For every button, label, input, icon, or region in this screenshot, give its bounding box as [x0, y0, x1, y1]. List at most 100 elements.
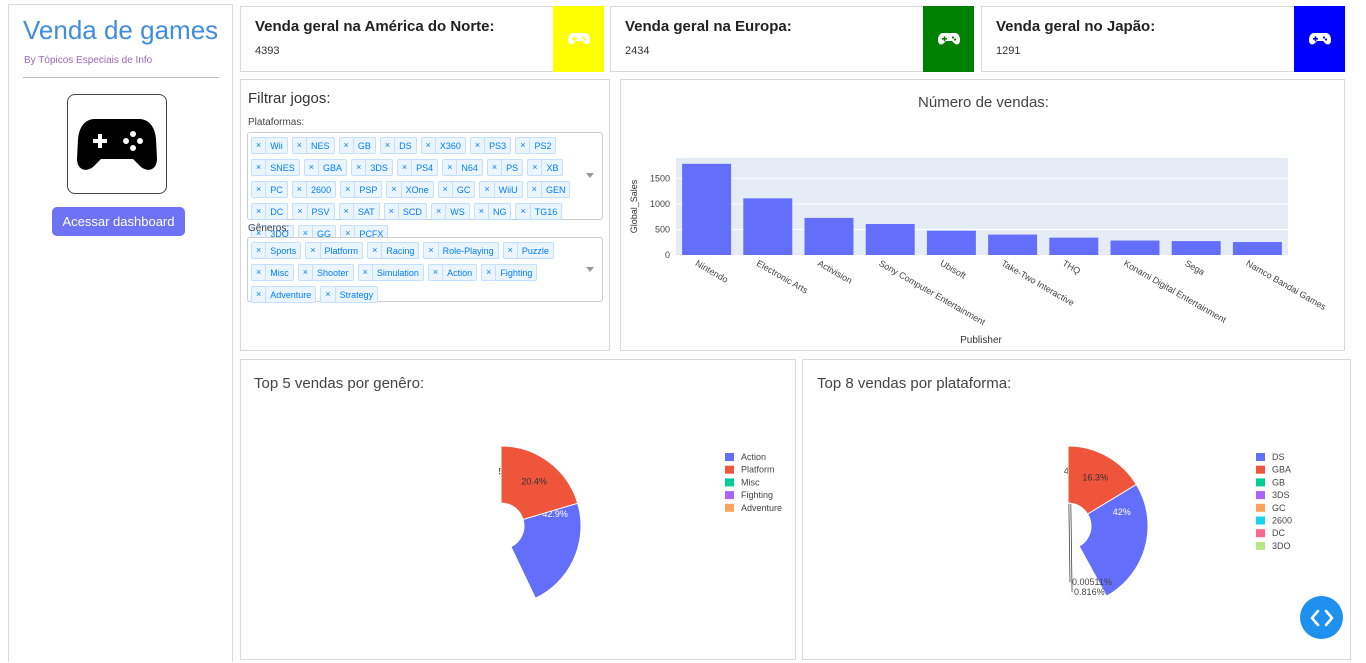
platform-chip[interactable]: × N64 [442, 159, 483, 176]
close-icon[interactable]: × [352, 160, 367, 175]
platform-chip[interactable]: × GB [338, 137, 376, 154]
platform-chip[interactable]: × PS2 [515, 137, 557, 154]
close-icon[interactable]: × [443, 160, 458, 175]
close-icon[interactable]: × [340, 204, 354, 219]
legend-swatch [725, 465, 734, 474]
close-icon[interactable]: × [252, 182, 267, 197]
platform-chip[interactable]: × 3DS [351, 159, 393, 176]
close-icon[interactable]: × [488, 160, 503, 175]
close-icon[interactable]: × [321, 287, 336, 302]
platform-chip[interactable]: × PS3 [469, 137, 512, 154]
close-icon[interactable]: × [528, 182, 542, 197]
platform-chip[interactable]: × PC [251, 181, 288, 198]
close-icon[interactable]: × [528, 160, 543, 175]
platform-chip[interactable]: × NES [291, 137, 335, 154]
platform-chip[interactable]: × PS [486, 159, 524, 176]
genre-chip[interactable]: × Strategy [320, 286, 379, 303]
close-icon[interactable]: × [341, 182, 356, 197]
genre-chip[interactable]: × Action [427, 264, 478, 281]
close-icon[interactable]: × [424, 243, 439, 258]
platform-chip[interactable]: × SAT [338, 203, 380, 220]
close-icon[interactable]: × [293, 182, 308, 197]
close-icon[interactable]: × [429, 265, 444, 280]
legend-swatch [1256, 465, 1265, 474]
card-value: 1291 [996, 45, 1021, 57]
close-icon[interactable]: × [306, 243, 321, 258]
y-tick-label: 0 [665, 250, 670, 260]
bar [804, 217, 854, 255]
close-icon[interactable]: × [293, 204, 308, 219]
close-icon[interactable]: × [482, 265, 497, 280]
platform-chip[interactable]: × DS [379, 137, 417, 154]
genre-chip-label: Simulation [376, 267, 419, 278]
close-icon[interactable]: × [480, 182, 495, 197]
chevron-down-icon[interactable] [586, 266, 594, 272]
platform-chip-label: PS [506, 162, 519, 173]
genre-chip[interactable]: × Fighting [481, 264, 538, 281]
close-icon[interactable]: × [516, 204, 531, 219]
platform-chip[interactable]: × TG16 [515, 203, 563, 220]
platform-chip[interactable]: × WiiU [479, 181, 523, 198]
card-title: Venda geral no Japão: [996, 18, 1156, 35]
close-icon[interactable]: × [475, 204, 489, 219]
platform-chip[interactable]: × XB [527, 159, 564, 176]
platform-chip[interactable]: × Wii [251, 137, 288, 154]
platform-chip[interactable]: × SNES [251, 159, 300, 176]
close-icon[interactable]: × [471, 138, 486, 153]
close-icon[interactable]: × [385, 204, 399, 219]
bar [926, 230, 976, 255]
platform-chip[interactable]: × GC [437, 181, 476, 198]
close-icon[interactable]: × [293, 138, 308, 153]
platform-chip[interactable]: × PSP [340, 181, 383, 198]
genre-chip[interactable]: × Sports [251, 242, 302, 259]
platform-chip[interactable]: × DC [251, 203, 289, 220]
platform-chip[interactable]: × PSV [292, 203, 335, 220]
platform-chip[interactable]: × NG [473, 203, 512, 220]
genre-chip[interactable]: × Shooter [297, 264, 354, 281]
genre-chip[interactable]: × Puzzle [502, 242, 554, 259]
genre-chip[interactable]: × Simulation [357, 264, 424, 281]
genre-chip-label: Platform [324, 245, 359, 256]
close-icon[interactable]: × [516, 138, 531, 153]
close-icon[interactable]: × [252, 265, 267, 280]
close-icon[interactable]: × [359, 265, 373, 280]
close-icon[interactable]: × [252, 160, 267, 175]
genre-chip[interactable]: × Adventure [251, 286, 317, 303]
close-icon[interactable]: × [504, 243, 518, 258]
platform-chip[interactable]: × SCD [383, 203, 427, 220]
platform-chip[interactable]: × WS [430, 203, 470, 220]
close-icon[interactable]: × [252, 204, 267, 219]
close-icon[interactable]: × [439, 182, 453, 197]
close-icon[interactable]: × [422, 138, 436, 153]
bar [743, 198, 793, 255]
platform-chip[interactable]: × PS4 [396, 159, 439, 176]
platform-chip[interactable]: × X360 [420, 137, 466, 154]
platform-chip[interactable]: × GEN [526, 181, 571, 198]
close-icon[interactable]: × [432, 204, 447, 219]
close-icon[interactable]: × [299, 265, 314, 280]
platform-chip[interactable]: × GBA [303, 159, 348, 176]
close-icon[interactable]: × [252, 287, 267, 302]
genre-chip[interactable]: × Misc [251, 264, 294, 281]
close-icon[interactable]: × [252, 243, 267, 258]
close-icon[interactable]: × [387, 182, 402, 197]
platform-chip[interactable]: × 2600 [291, 181, 337, 198]
close-icon[interactable]: × [252, 138, 267, 153]
close-icon[interactable]: × [398, 160, 413, 175]
access-dashboard-button[interactable]: Acessar dashboard [52, 207, 185, 236]
platforms-multiselect[interactable]: × Wii × NES × GB × DS × X360 × PS3 × PS2 × SNES × GBA × 3DS… [247, 132, 603, 242]
chevron-down-icon[interactable] [586, 173, 594, 178]
platform-chip-label: PSV [311, 206, 330, 217]
code-toggle-button[interactable] [1300, 596, 1343, 639]
close-icon[interactable]: × [340, 138, 354, 153]
genres-multiselect[interactable]: × Sports × Platform × Racing × Role-Playing × Puz… [247, 237, 603, 303]
genre-chip[interactable]: × Platform [305, 242, 364, 259]
close-icon[interactable]: × [381, 138, 396, 153]
legend-swatch [1256, 491, 1265, 500]
platform-chip-label: SNES [270, 162, 295, 173]
genre-chip[interactable]: × Racing [367, 242, 420, 259]
close-icon[interactable]: × [368, 243, 383, 258]
genre-chip[interactable]: × Role-Playing [423, 242, 499, 259]
platform-chip[interactable]: × XOne [386, 181, 434, 198]
close-icon[interactable]: × [305, 160, 320, 175]
